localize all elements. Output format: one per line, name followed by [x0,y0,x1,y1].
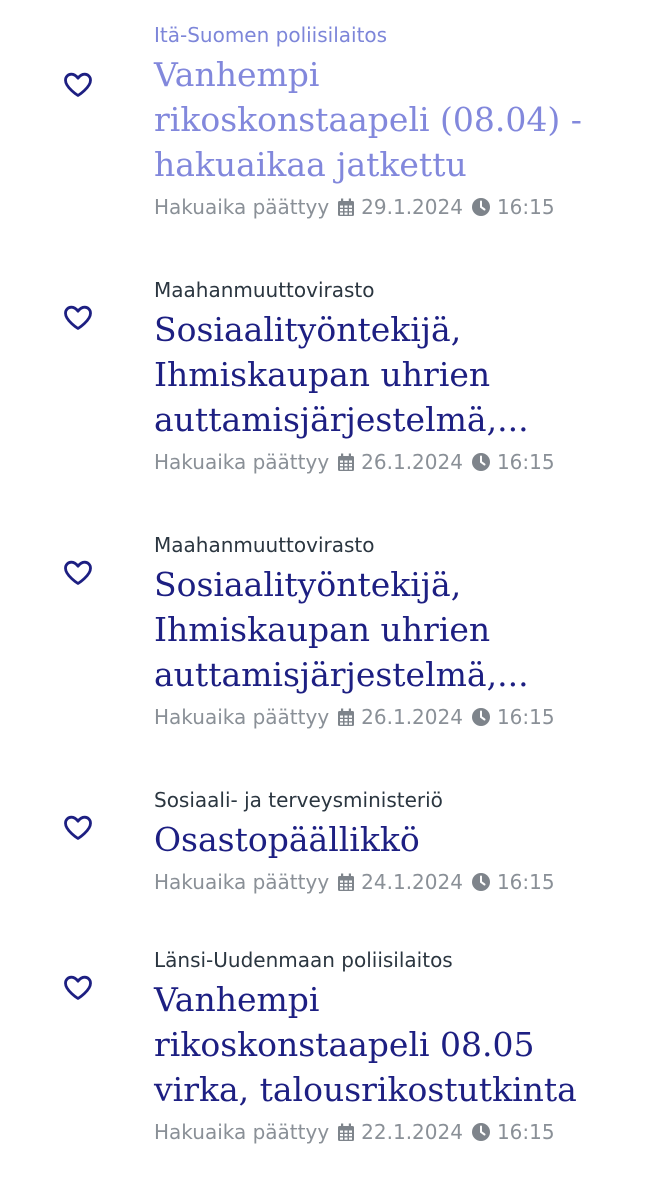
heart-outline-icon [63,305,93,331]
clock-icon [471,707,491,727]
job-title-link[interactable]: Sosiaalityöntekijä, Ihmiskaupan uhrien a… [154,307,644,442]
job-title-link[interactable]: Vanhempi rikoskonstaapeli (08.04) - haku… [154,52,644,187]
clock-icon [471,1122,491,1142]
clock-icon [471,197,491,217]
title-line: Vanhempi [154,980,320,1019]
deadline-date: 22.1.2024 [361,1120,463,1144]
deadline-time: 16:15 [496,870,555,894]
title-line: virka, talousrikostutkinta [154,1070,577,1109]
deadline-date: 26.1.2024 [361,705,463,729]
calendar-icon [337,198,355,217]
job-title-link[interactable]: Vanhempi rikoskonstaapeli 08.05 virka, t… [154,977,644,1112]
heart-outline-icon [63,560,93,586]
favorite-button[interactable] [62,813,94,843]
organization-name: Maahanmuuttovirasto [154,278,375,302]
job-title-link[interactable]: Osastopäällikkö [154,817,644,862]
organization-name: Maahanmuuttovirasto [154,533,375,557]
deadline-label: Hakuaika päättyy [154,195,330,219]
deadline-time: 16:15 [496,1120,555,1144]
calendar-icon [337,1123,355,1142]
organization-name: Länsi-Uudenmaan poliisilaitos [154,948,453,972]
favorite-button[interactable] [62,70,94,100]
deadline-date: 26.1.2024 [361,450,463,474]
title-line: rikoskonstaapeli (08.04) - [154,100,582,139]
deadline-row: Hakuaika päättyy 26.1.2024 16:15 [154,448,644,476]
title-line: Sosiaalityöntekijä, [154,565,462,604]
title-line: Sosiaalityöntekijä, [154,310,462,349]
clock-icon [471,872,491,892]
deadline-label: Hakuaika päättyy [154,705,330,729]
deadline-row: Hakuaika päättyy 22.1.2024 16:15 [154,1118,644,1146]
organization-name: Sosiaali- ja terveysministeriö [154,788,443,812]
favorite-button[interactable] [62,303,94,333]
heart-outline-icon [63,975,93,1001]
deadline-label: Hakuaika päättyy [154,1120,330,1144]
deadline-time: 16:15 [496,195,555,219]
heart-outline-icon [63,72,93,98]
deadline-date: 29.1.2024 [361,195,463,219]
title-line: Osastopäällikkö [154,820,420,859]
deadline-label: Hakuaika päättyy [154,870,330,894]
job-list: Itä-Suomen poliisilaitos Vanhempi rikosk… [0,0,664,1200]
heart-outline-icon [63,815,93,841]
favorite-button[interactable] [62,558,94,588]
calendar-icon [337,708,355,727]
favorite-button[interactable] [62,973,94,1003]
title-line: rikoskonstaapeli 08.05 [154,1025,535,1064]
title-line: Ihmiskaupan uhrien [154,355,491,394]
deadline-date: 24.1.2024 [361,870,463,894]
job-title-link[interactable]: Sosiaalityöntekijä, Ihmiskaupan uhrien a… [154,562,644,697]
calendar-icon [337,453,355,472]
title-line: auttamisjärjestelmä,... [154,655,529,694]
deadline-row: Hakuaika päättyy 24.1.2024 16:15 [154,868,644,896]
organization-name: Itä-Suomen poliisilaitos [154,23,388,47]
title-line: Ihmiskaupan uhrien [154,610,491,649]
deadline-time: 16:15 [496,450,555,474]
title-line: Vanhempi [154,55,320,94]
deadline-row: Hakuaika päättyy 26.1.2024 16:15 [154,703,644,731]
calendar-icon [337,873,355,892]
clock-icon [471,452,491,472]
deadline-time: 16:15 [496,705,555,729]
deadline-row: Hakuaika päättyy 29.1.2024 16:15 [154,193,644,221]
title-line: auttamisjärjestelmä,... [154,400,529,439]
deadline-label: Hakuaika päättyy [154,450,330,474]
title-line: hakuaikaa jatkettu [154,145,467,184]
